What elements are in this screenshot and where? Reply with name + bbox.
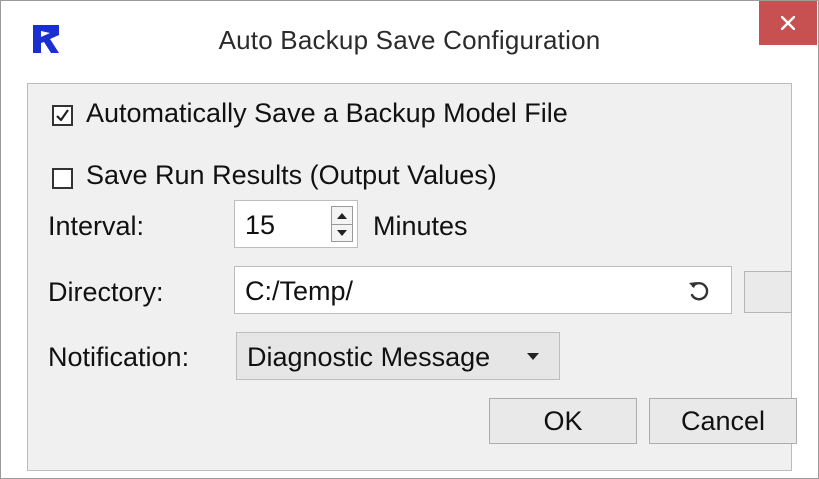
ok-button[interactable]: OK [489, 398, 637, 444]
interval-unit: Minutes [373, 211, 468, 241]
close-icon [781, 16, 795, 30]
directory-label: Directory: [48, 277, 164, 307]
chevron-down-icon[interactable] [527, 353, 539, 360]
auto-save-label[interactable]: Automatically Save a Backup Model File [86, 98, 568, 129]
cancel-button[interactable]: Cancel [649, 398, 797, 444]
directory-input[interactable]: C:/Temp/ [234, 266, 732, 314]
spin-down-button[interactable] [332, 224, 352, 241]
title-bar[interactable]: Auto Backup Save Configuration [1, 1, 818, 83]
interval-label: Interval: [48, 211, 145, 241]
close-button[interactable] [759, 1, 817, 45]
dialog-content: Automatically Save a Backup Model File S… [27, 83, 797, 471]
caret-up-icon [337, 212, 347, 219]
caret-down-icon [337, 229, 347, 236]
check-icon [56, 109, 69, 122]
save-results-checkbox[interactable] [52, 168, 73, 189]
interval-value[interactable]: 15 [245, 210, 275, 241]
spin-buttons [331, 206, 353, 242]
notification-label: Notification: [48, 342, 190, 372]
browse-button[interactable] [744, 271, 792, 313]
window-title: Auto Backup Save Configuration [218, 25, 601, 55]
reset-icon[interactable] [687, 279, 711, 303]
save-results-label[interactable]: Save Run Results (Output Values) [86, 160, 497, 191]
interval-stepper[interactable]: 15 [234, 200, 358, 248]
notification-select[interactable]: Diagnostic Message [236, 332, 560, 380]
dialog-window: Auto Backup Save Configuration Automatic… [0, 0, 819, 479]
auto-save-checkbox[interactable] [52, 105, 73, 126]
directory-value[interactable]: C:/Temp/ [245, 276, 353, 307]
notification-selected[interactable]: Diagnostic Message [247, 342, 490, 373]
spin-up-button[interactable] [332, 207, 352, 225]
